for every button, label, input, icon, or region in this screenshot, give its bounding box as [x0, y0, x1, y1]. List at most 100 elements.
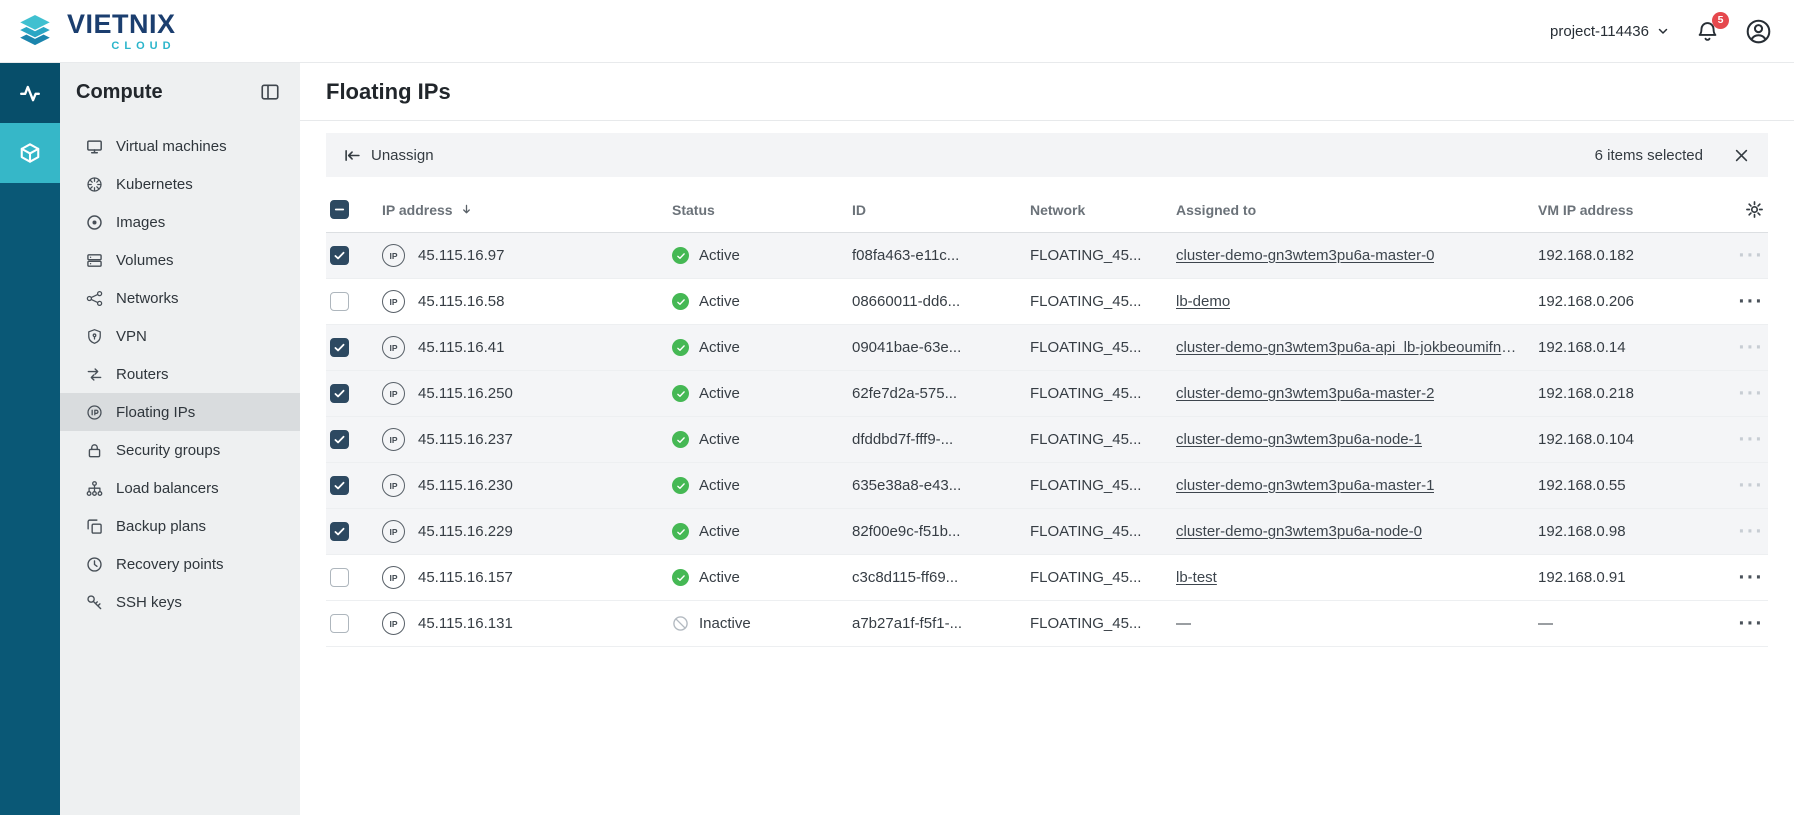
network-name: FLOATING_45...: [1030, 523, 1176, 540]
sidebar-item-vpn[interactable]: VPN: [60, 317, 300, 355]
selection-toolbar: Unassign 6 items selected: [326, 133, 1768, 177]
ip-address: 45.115.16.58: [418, 293, 504, 310]
vpn-icon: [86, 328, 103, 345]
sidebar-item-label: Security groups: [116, 442, 220, 459]
row-checkbox[interactable]: [330, 384, 349, 403]
sidebar-item-security-groups[interactable]: Security groups: [60, 431, 300, 469]
assigned-to-link[interactable]: cluster-demo-gn3wtem3pu6a-node-1: [1176, 431, 1422, 448]
row-actions-cell: [1720, 475, 1768, 496]
sidebar-item-label: Kubernetes: [116, 176, 193, 193]
resource-id: 09041bae-63e...: [852, 339, 1030, 356]
assigned-to-link[interactable]: cluster-demo-gn3wtem3pu6a-master-1: [1176, 477, 1434, 494]
row-checkbox[interactable]: [330, 246, 349, 265]
sidebar-item-networks[interactable]: Networks: [60, 279, 300, 317]
app-shell: Compute Virtual machines Kubernetes Imag…: [0, 63, 1794, 815]
sidebar: Compute Virtual machines Kubernetes Imag…: [60, 63, 300, 815]
ip-icon: IP: [382, 428, 405, 451]
ip-cell: IP 45.115.16.230: [382, 474, 672, 497]
chevron-down-icon: [1656, 24, 1670, 38]
row-actions-button[interactable]: [1735, 429, 1768, 450]
row-checkbox[interactable]: [330, 568, 349, 587]
unassign-label: Unassign: [371, 147, 434, 164]
assigned-to-link[interactable]: lb-demo: [1176, 293, 1230, 310]
sidebar-item-routers[interactable]: Routers: [60, 355, 300, 393]
table-row: IP 45.115.16.229 Active 82f00e9c-f51b...…: [326, 509, 1768, 555]
sidebar-item-floating-ips[interactable]: Floating IPs: [60, 393, 300, 431]
network-name: FLOATING_45...: [1030, 247, 1176, 264]
assigned-to-link[interactable]: cluster-demo-gn3wtem3pu6a-master-2: [1176, 385, 1434, 402]
sidebar-item-ssh-keys[interactable]: SSH keys: [60, 583, 300, 621]
status-active-icon: [672, 385, 689, 402]
select-all-checkbox[interactable]: [330, 200, 349, 219]
column-header-assigned: Assigned to: [1176, 202, 1538, 218]
column-header-ip[interactable]: IP address: [382, 202, 672, 218]
table-row: IP 45.115.16.58 Active 08660011-dd6... F…: [326, 279, 1768, 325]
sidebar-item-backup-plans[interactable]: Backup plans: [60, 507, 300, 545]
security-groups-icon: [86, 442, 103, 459]
row-checkbox[interactable]: [330, 430, 349, 449]
column-header-status: Status: [672, 202, 852, 218]
row-checkbox-cell: [326, 338, 382, 357]
row-actions-button[interactable]: [1735, 245, 1768, 266]
assigned-cell: cluster-demo-gn3wtem3pu6a-master-1: [1176, 477, 1538, 494]
sidebar-item-volumes[interactable]: Volumes: [60, 241, 300, 279]
status-cell: Active: [672, 247, 852, 264]
row-actions-button[interactable]: [1735, 475, 1768, 496]
assigned-to-link[interactable]: cluster-demo-gn3wtem3pu6a-master-0: [1176, 247, 1434, 264]
row-checkbox[interactable]: [330, 338, 349, 357]
sidebar-item-images[interactable]: Images: [60, 203, 300, 241]
ip-cell: IP 45.115.16.229: [382, 520, 672, 543]
row-actions-button[interactable]: [1735, 291, 1768, 312]
row-actions-button[interactable]: [1735, 613, 1768, 634]
rail-item-compute[interactable]: [0, 123, 60, 183]
sidebar-item-kubernetes[interactable]: Kubernetes: [60, 165, 300, 203]
row-actions-button[interactable]: [1735, 383, 1768, 404]
assigned-cell: cluster-demo-gn3wtem3pu6a-node-0: [1176, 523, 1538, 540]
row-checkbox[interactable]: [330, 476, 349, 495]
assigned-cell: cluster-demo-gn3wtem3pu6a-master-0: [1176, 247, 1538, 264]
vm-ip: 192.168.0.91: [1538, 569, 1720, 586]
row-actions-button[interactable]: [1735, 567, 1768, 588]
network-name: FLOATING_45...: [1030, 385, 1176, 402]
status-label: Active: [699, 385, 740, 402]
gear-icon[interactable]: [1745, 200, 1764, 219]
assigned-to-link[interactable]: cluster-demo-gn3wtem3pu6a-node-0: [1176, 523, 1422, 540]
assigned-to-link[interactable]: cluster-demo-gn3wtem3pu6a-api_lb-jokbeou…: [1176, 339, 1524, 356]
rail-item-activity[interactable]: [0, 63, 60, 123]
notifications-button[interactable]: 5: [1696, 20, 1719, 43]
selection-toolbar-right: 6 items selected: [1595, 147, 1750, 164]
row-actions-button[interactable]: [1735, 521, 1768, 542]
account-button[interactable]: [1745, 18, 1772, 45]
table-row: IP 45.115.16.157 Active c3c8d115-ff69...…: [326, 555, 1768, 601]
row-actions-cell: [1720, 567, 1768, 588]
collapse-panel-icon[interactable]: [260, 82, 280, 102]
routers-icon: [86, 366, 103, 383]
row-checkbox[interactable]: [330, 614, 349, 633]
column-header-id: ID: [852, 202, 1030, 218]
sidebar-item-label: Backup plans: [116, 518, 206, 535]
status-cell: Active: [672, 385, 852, 402]
ip-cell: IP 45.115.16.157: [382, 566, 672, 589]
project-switcher[interactable]: project-114436: [1550, 23, 1670, 40]
assigned-to-link[interactable]: lb-test: [1176, 569, 1217, 586]
floating-ips-icon: [86, 404, 103, 421]
sidebar-item-load-balancers[interactable]: Load balancers: [60, 469, 300, 507]
unassign-button[interactable]: Unassign: [344, 147, 434, 164]
row-actions-button[interactable]: [1735, 337, 1768, 358]
resource-id: f08fa463-e11c...: [852, 247, 1030, 264]
assigned-cell: cluster-demo-gn3wtem3pu6a-master-2: [1176, 385, 1538, 402]
ip-icon: IP: [382, 382, 405, 405]
status-cell: Active: [672, 477, 852, 494]
resource-id: 08660011-dd6...: [852, 293, 1030, 310]
sidebar-menu: Virtual machines Kubernetes Images Volum…: [60, 121, 300, 627]
sidebar-item-label: Networks: [116, 290, 179, 307]
sidebar-item-recovery-points[interactable]: Recovery points: [60, 545, 300, 583]
close-icon[interactable]: [1733, 147, 1750, 164]
row-checkbox[interactable]: [330, 522, 349, 541]
network-name: FLOATING_45...: [1030, 339, 1176, 356]
sidebar-item-virtual-machines[interactable]: Virtual machines: [60, 127, 300, 165]
row-checkbox[interactable]: [330, 292, 349, 311]
status-label: Active: [699, 569, 740, 586]
load-balancers-icon: [86, 480, 103, 497]
status-cell: Inactive: [672, 615, 852, 632]
